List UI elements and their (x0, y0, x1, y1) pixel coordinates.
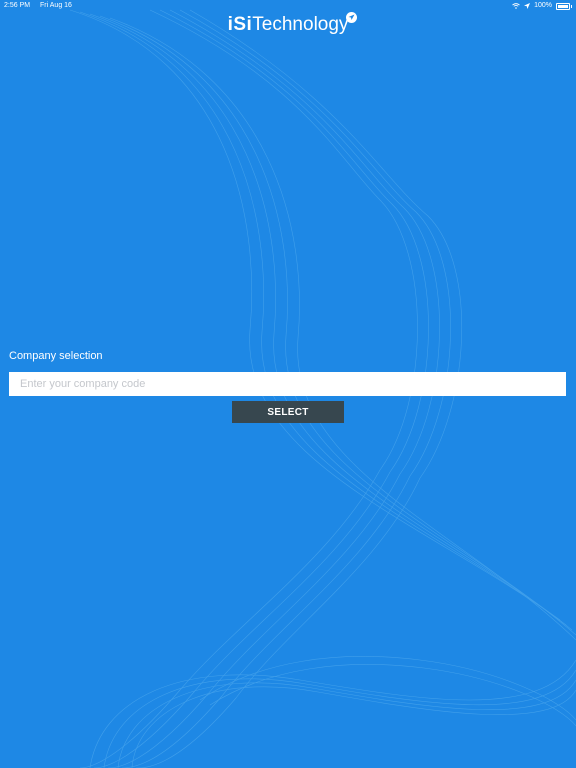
company-selection-label: Company selection (9, 350, 103, 362)
status-time: 2:56 PM (4, 2, 31, 9)
battery-icon (556, 2, 570, 10)
status-right: 100% (512, 0, 572, 12)
wifi-icon (512, 3, 520, 9)
status-left: 2:56 PM Fri Aug 16 (4, 0, 80, 12)
battery-percent: 100% (534, 2, 552, 9)
logo-isi-text: iSi (227, 14, 253, 35)
brand-logo: iSiTechnology (0, 12, 576, 36)
logo-technology-text: Technology (252, 14, 349, 35)
company-code-input[interactable] (9, 372, 566, 396)
paper-plane-icon (346, 12, 357, 23)
status-date: Fri Aug 16 (40, 2, 72, 9)
status-bar: 2:56 PM Fri Aug 16 100% (0, 0, 576, 12)
battery-tip (571, 4, 572, 8)
location-arrow-icon (524, 3, 531, 9)
select-button[interactable]: SELECT (232, 401, 344, 423)
